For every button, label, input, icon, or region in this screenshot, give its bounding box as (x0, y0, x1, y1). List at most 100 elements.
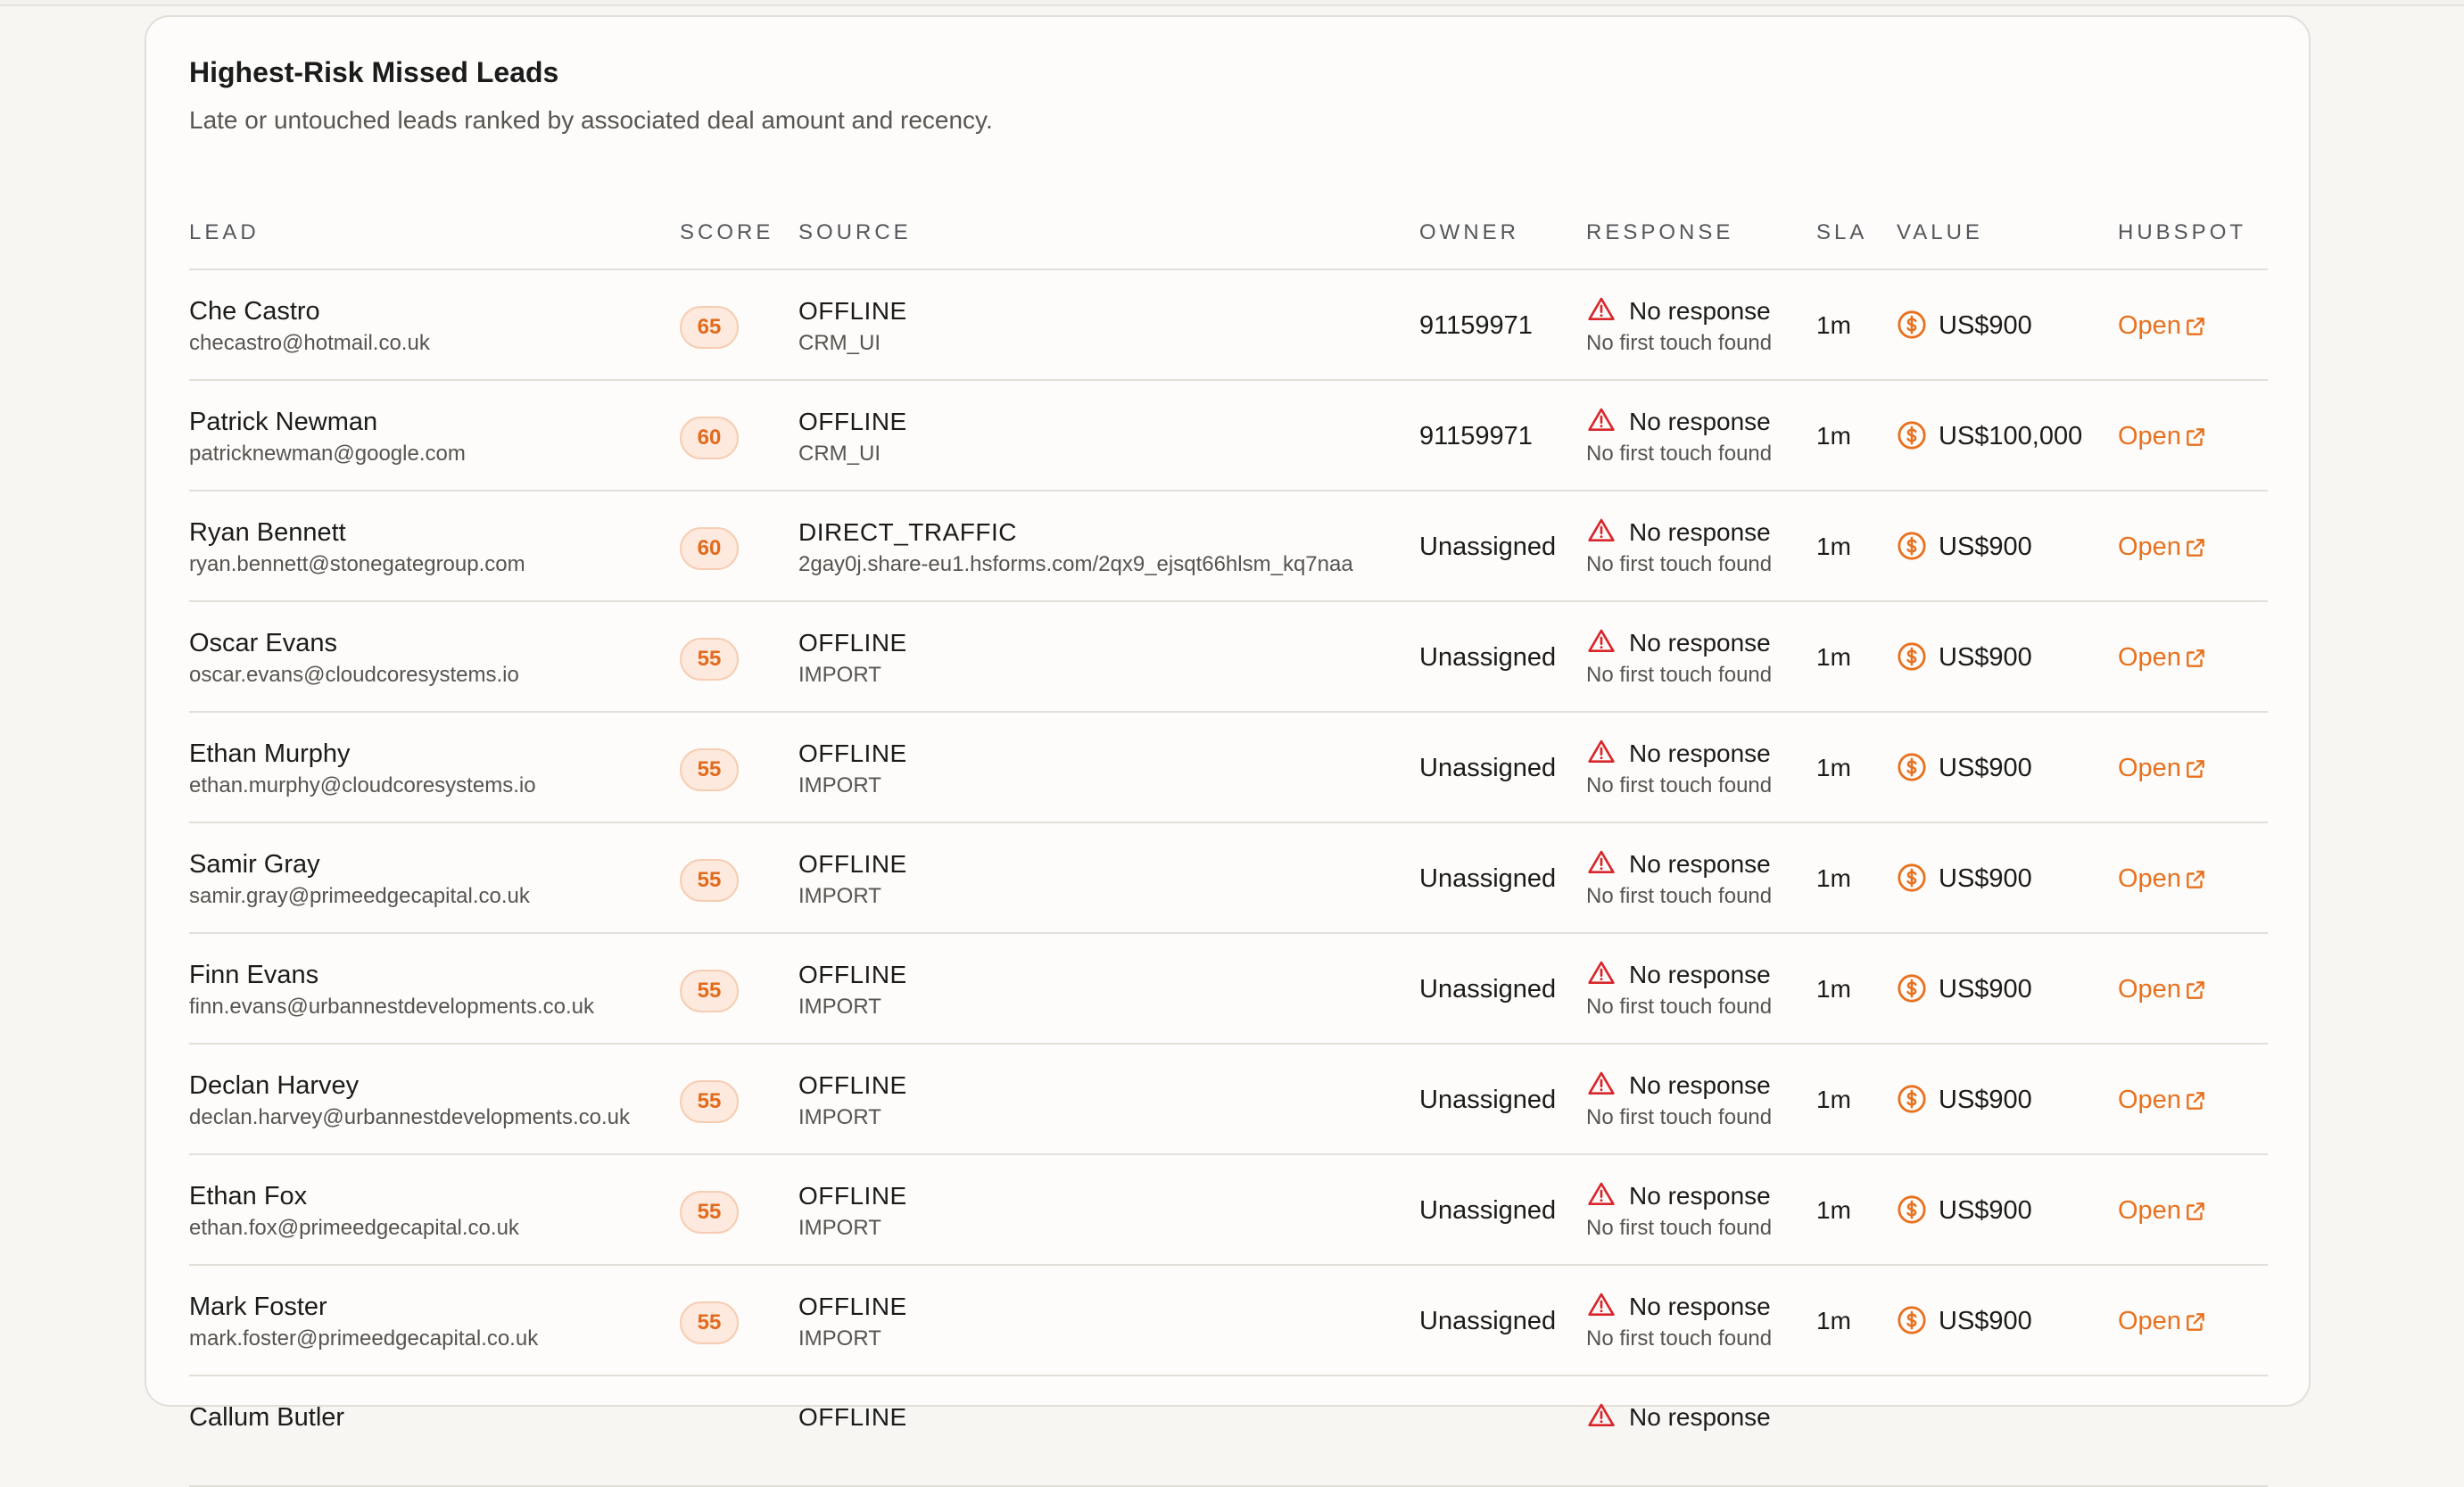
response-detail: No first touch found (1586, 442, 1773, 466)
lead-name[interactable]: Samir Gray (189, 850, 320, 880)
column-header-value: VALUE (1897, 220, 1983, 244)
hubspot-open-link[interactable]: Open (2118, 864, 2181, 894)
hubspot-open-link[interactable]: Open (2118, 1196, 2181, 1226)
response-detail: No first touch found (1586, 773, 1773, 797)
lead-name[interactable]: Finn Evans (189, 961, 318, 990)
sla-value: 1m (1816, 533, 1851, 560)
table-row[interactable]: Callum Butler OFFLINE No response (189, 1376, 2268, 1487)
lead-name[interactable]: Ryan Bennett (189, 518, 346, 548)
lead-name[interactable]: Che Castro (189, 297, 320, 326)
deal-value: US$900 (1939, 1307, 2032, 1335)
external-link-icon[interactable] (2184, 1310, 2207, 1334)
source-label: OFFLINE (798, 1293, 907, 1320)
source-detail: IMPORT (798, 1105, 881, 1129)
source-label: OFFLINE (798, 408, 907, 435)
owner-value: Unassigned (1419, 1196, 1557, 1225)
warning-triangle-icon (1588, 1182, 1615, 1205)
column-header-source: SOURCE (798, 220, 912, 244)
lead-name[interactable]: Ethan Fox (189, 1182, 307, 1211)
owner-value: Unassigned (1419, 1307, 1557, 1335)
external-link-icon[interactable] (2184, 979, 2207, 1002)
table-row[interactable]: Mark Foster mark.foster@primeedgecapital… (189, 1266, 2268, 1376)
table-row[interactable]: Patrick Newman patricknewman@google.com … (189, 381, 2268, 492)
deal-value: US$900 (1939, 643, 2032, 672)
dollar-coin-icon (1898, 1195, 1926, 1224)
leads-table: LEAD SCORE SOURCE OWNER RESPONSE SLA VAL… (189, 204, 2268, 1487)
lead-name[interactable]: Patrick Newman (189, 408, 377, 437)
hubspot-open-link[interactable]: Open (2118, 643, 2181, 673)
score-badge: 55 (680, 859, 739, 902)
table-row[interactable]: Ryan Bennett ryan.bennett@stonegategroup… (189, 492, 2268, 602)
lead-name[interactable]: Ethan Murphy (189, 739, 351, 769)
hubspot-open-link[interactable]: Open (2118, 533, 2181, 562)
owner-value: Unassigned (1419, 754, 1557, 782)
card-title: Highest-Risk Missed Leads (189, 56, 559, 88)
lead-email: declan.harvey@urbannestdevelopments.co.u… (189, 1105, 630, 1129)
owner-value: Unassigned (1419, 975, 1557, 1004)
warning-triangle-icon (1588, 1403, 1615, 1426)
hubspot-open-link[interactable]: Open (2118, 754, 2181, 783)
column-header-owner: OWNER (1419, 220, 1519, 244)
source-detail: CRM_UI (798, 331, 881, 355)
owner-value: Unassigned (1419, 864, 1557, 893)
lead-name[interactable]: Callum Butler (189, 1403, 344, 1433)
external-link-icon[interactable] (2184, 1200, 2207, 1223)
deal-value: US$100,000 (1939, 422, 2083, 450)
warning-triangle-icon (1588, 739, 1615, 763)
column-header-hubspot: HUBSPOT (2118, 220, 2247, 244)
dollar-coin-icon (1898, 421, 1926, 450)
lead-email: finn.evans@urbannestdevelopments.co.uk (189, 995, 594, 1019)
dollar-coin-icon (1898, 310, 1926, 339)
lead-email: samir.gray@primeedgecapital.co.uk (189, 884, 530, 908)
sla-value: 1m (1816, 1196, 1851, 1224)
dollar-coin-icon (1898, 1085, 1926, 1113)
external-link-icon[interactable] (2184, 536, 2207, 559)
source-label: OFFLINE (798, 739, 907, 767)
external-link-icon[interactable] (2184, 868, 2207, 891)
table-row[interactable]: Che Castro checastro@hotmail.co.uk 65 OF… (189, 270, 2268, 381)
sla-value: 1m (1816, 754, 1851, 781)
hubspot-open-link[interactable]: Open (2118, 975, 2181, 1004)
dollar-coin-icon (1898, 642, 1926, 671)
lead-name[interactable]: Oscar Evans (189, 629, 337, 658)
table-row[interactable]: Samir Gray samir.gray@primeedgecapital.c… (189, 823, 2268, 934)
source-label: OFFLINE (798, 1071, 907, 1099)
external-link-icon[interactable] (2184, 315, 2207, 338)
source-detail: IMPORT (798, 995, 881, 1019)
external-link-icon[interactable] (2184, 647, 2207, 670)
response-detail: No first touch found (1586, 1216, 1773, 1240)
table-row[interactable]: Ethan Fox ethan.fox@primeedgecapital.co.… (189, 1155, 2268, 1266)
table-row[interactable]: Ethan Murphy ethan.murphy@cloudcoresyste… (189, 713, 2268, 823)
lead-name[interactable]: Declan Harvey (189, 1071, 359, 1101)
external-link-icon[interactable] (2184, 1089, 2207, 1112)
response-status: No response (1629, 850, 1771, 878)
source-detail: 2gay0j.share-eu1.hsforms.com/2qx9_ejsqt6… (798, 552, 1353, 576)
source-detail: CRM_UI (798, 442, 881, 466)
lead-email: ryan.bennett@stonegategroup.com (189, 552, 525, 576)
sla-value: 1m (1816, 975, 1851, 1003)
sla-value: 1m (1816, 643, 1851, 671)
dollar-coin-icon (1898, 532, 1926, 560)
hubspot-open-link[interactable]: Open (2118, 1307, 2181, 1336)
source-label: OFFLINE (798, 1403, 907, 1431)
response-detail: No first touch found (1586, 331, 1773, 355)
lead-name[interactable]: Mark Foster (189, 1293, 327, 1322)
table-body: Che Castro checastro@hotmail.co.uk 65 OF… (189, 270, 2268, 1487)
score-badge: 55 (680, 970, 739, 1012)
external-link-icon[interactable] (2184, 757, 2207, 781)
table-row[interactable]: Finn Evans finn.evans@urbannestdevelopme… (189, 934, 2268, 1045)
response-detail: No first touch found (1586, 1105, 1773, 1129)
lead-email: patricknewman@google.com (189, 442, 466, 466)
hubspot-open-link[interactable]: Open (2118, 311, 2181, 341)
score-badge: 55 (680, 1301, 739, 1344)
table-row[interactable]: Oscar Evans oscar.evans@cloudcoresystems… (189, 602, 2268, 713)
hubspot-open-link[interactable]: Open (2118, 422, 2181, 451)
column-header-sla: SLA (1816, 220, 1868, 244)
owner-value: Unassigned (1419, 643, 1557, 672)
table-row[interactable]: Declan Harvey declan.harvey@urbannestdev… (189, 1045, 2268, 1155)
hubspot-open-link[interactable]: Open (2118, 1086, 2181, 1115)
score-badge: 60 (680, 417, 739, 459)
external-link-icon[interactable] (2184, 425, 2207, 449)
sla-value: 1m (1816, 864, 1851, 892)
response-status: No response (1629, 1182, 1771, 1210)
